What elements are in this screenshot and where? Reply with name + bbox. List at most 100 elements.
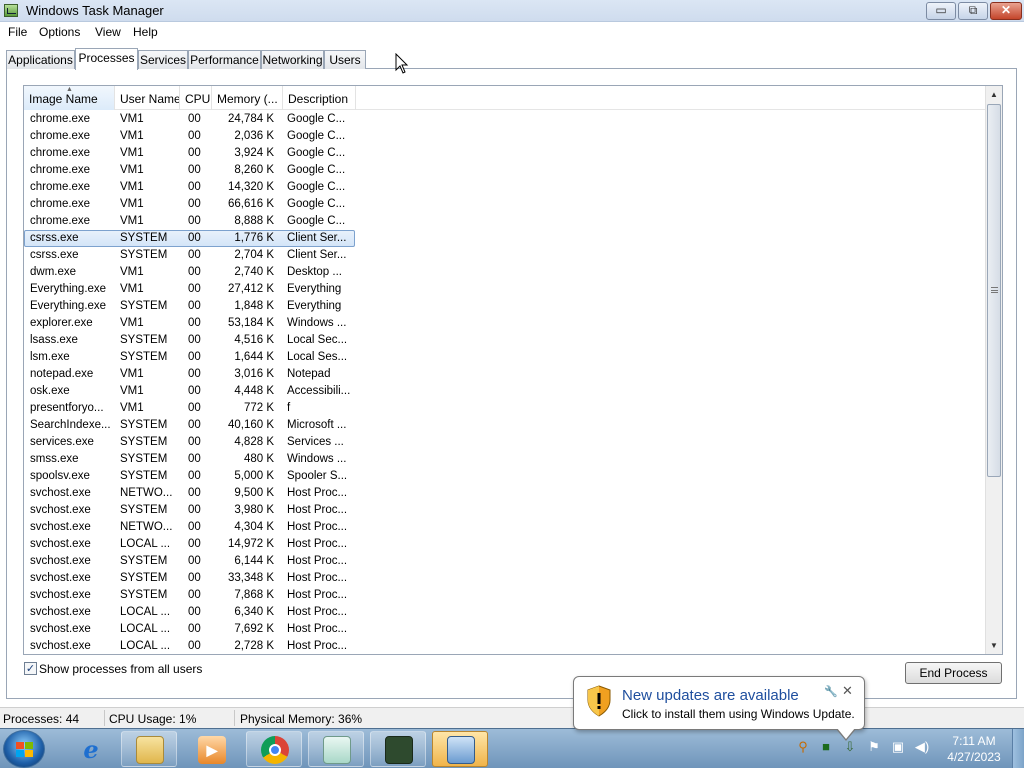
taskbar-notepad[interactable] xyxy=(308,731,364,767)
process-memory: 7,692 K xyxy=(234,623,274,635)
taskbar-windows-explorer[interactable] xyxy=(121,731,177,767)
process-row[interactable]: services.exe SYSTEM 00 4,828 K Services ... xyxy=(24,434,987,451)
tab-applications[interactable]: Applications xyxy=(6,50,75,69)
tab-networking[interactable]: Networking xyxy=(261,50,324,69)
taskbar-chrome[interactable] xyxy=(246,731,302,767)
process-row[interactable]: Everything.exe VM1 00 27,412 K Everything xyxy=(24,281,987,298)
process-row[interactable]: chrome.exe VM1 00 3,924 K Google C... xyxy=(24,145,987,162)
process-row[interactable]: spoolsv.exe SYSTEM 00 5,000 K Spooler S... xyxy=(24,468,987,485)
process-cpu: 00 xyxy=(188,300,201,312)
process-row[interactable]: SearchIndexe... SYSTEM 00 40,160 K Microsoft… xyxy=(24,417,987,434)
show-desktop-button[interactable] xyxy=(1012,729,1024,768)
process-memory: 6,144 K xyxy=(234,555,274,567)
process-row[interactable]: svchost.exe NETWO... 00 9,500 K Host Proc... xyxy=(24,485,987,502)
scroll-down-icon[interactable]: ▼ xyxy=(986,637,1002,654)
process-memory: 6,340 K xyxy=(234,606,274,618)
process-row[interactable]: svchost.exe LOCAL ... 00 7,692 K Host Proc..… xyxy=(24,621,987,638)
process-row[interactable]: lsass.exe SYSTEM 00 4,516 K Local Sec... xyxy=(24,332,987,349)
process-row[interactable]: osk.exe VM1 00 4,448 K Accessibili... xyxy=(24,383,987,400)
end-process-button[interactable]: End Process xyxy=(905,662,1002,684)
process-row[interactable]: explorer.exe VM1 00 53,184 K Windows ... xyxy=(24,315,987,332)
process-row[interactable]: chrome.exe VM1 00 2,036 K Google C... xyxy=(24,128,987,145)
process-row[interactable]: svchost.exe SYSTEM 00 6,144 K Host Proc... xyxy=(24,553,987,570)
status-cpu: CPU Usage: 1% xyxy=(109,712,197,726)
column-user-name[interactable]: User Name xyxy=(115,86,180,110)
minimize-button[interactable]: ▭ xyxy=(926,2,956,20)
process-row[interactable]: svchost.exe LOCAL ... 00 2,728 K Host Proc..… xyxy=(24,638,987,654)
process-row[interactable]: Everything.exe SYSTEM 00 1,848 K Everything xyxy=(24,298,987,315)
tab-performance[interactable]: Performance xyxy=(188,50,261,69)
menu-view[interactable]: View xyxy=(95,25,121,39)
process-row[interactable]: smss.exe SYSTEM 00 480 K Windows ... xyxy=(24,451,987,468)
process-row[interactable]: svchost.exe LOCAL ... 00 14,972 K Host Proc.… xyxy=(24,536,987,553)
title-bar[interactable]: Windows Task Manager ▭ ⧉ ✕ xyxy=(0,0,1024,22)
column-memory[interactable]: Memory (... xyxy=(212,86,283,110)
process-cpu: 00 xyxy=(188,334,201,346)
process-user: VM1 xyxy=(120,147,144,159)
process-row[interactable]: dwm.exe VM1 00 2,740 K Desktop ... xyxy=(24,264,987,281)
menu-file[interactable]: File xyxy=(8,25,27,39)
tab-processes[interactable]: Processes xyxy=(75,48,138,70)
process-row[interactable]: csrss.exe SYSTEM 00 2,704 K Client Ser... xyxy=(24,247,987,264)
process-row[interactable]: svchost.exe NETWO... 00 4,304 K Host Proc... xyxy=(24,519,987,536)
process-row[interactable]: lsm.exe SYSTEM 00 1,644 K Local Ses... xyxy=(24,349,987,366)
process-row[interactable]: chrome.exe VM1 00 8,888 K Google C... xyxy=(24,213,987,230)
column-description[interactable]: Description xyxy=(283,86,356,110)
process-row[interactable]: presentforyo... VM1 00 772 K f xyxy=(24,400,987,417)
process-memory: 3,924 K xyxy=(234,147,274,159)
process-row[interactable]: svchost.exe LOCAL ... 00 6,340 K Host Proc..… xyxy=(24,604,987,621)
process-row[interactable]: chrome.exe VM1 00 8,260 K Google C... xyxy=(24,162,987,179)
process-list[interactable]: ▲ Image Name User Name CPU Memory (... D… xyxy=(23,85,1003,655)
start-button[interactable] xyxy=(3,730,45,768)
taskbar-remote-desktop[interactable] xyxy=(370,731,426,767)
process-user: VM1 xyxy=(120,198,144,210)
close-button[interactable]: ✕ xyxy=(990,2,1022,20)
column-cpu[interactable]: CPU xyxy=(180,86,212,110)
taskbar-internet-explorer[interactable]: e xyxy=(62,731,118,767)
process-row[interactable]: svchost.exe SYSTEM 00 33,348 K Host Proc... xyxy=(24,570,987,587)
process-description: Host Proc... xyxy=(287,504,348,516)
column-image-name[interactable]: ▲ Image Name xyxy=(24,86,115,110)
green-app-icon[interactable]: ■ xyxy=(817,738,835,756)
taskbar-media-player[interactable]: ▶ xyxy=(183,731,239,767)
process-memory: 2,036 K xyxy=(234,130,274,142)
volume-icon[interactable]: ◀) xyxy=(913,738,931,756)
flag-icon[interactable]: ⚑ xyxy=(865,738,883,756)
process-memory: 4,828 K xyxy=(234,436,274,448)
show-all-checkbox[interactable]: ✓ xyxy=(24,662,37,675)
tab-services[interactable]: Services xyxy=(138,50,188,69)
menu-help[interactable]: Help xyxy=(133,25,158,39)
process-memory: 3,980 K xyxy=(234,504,274,516)
maximize-button[interactable]: ⧉ xyxy=(958,2,988,20)
scroll-thumb[interactable] xyxy=(987,104,1001,477)
process-cpu: 00 xyxy=(188,436,201,448)
update-notification[interactable]: New updates are available Click to insta… xyxy=(573,676,865,741)
search-icon[interactable]: ⚲ xyxy=(794,738,812,756)
clock[interactable]: 7:11 AM 4/27/2023 xyxy=(944,733,1004,765)
process-row[interactable]: chrome.exe VM1 00 14,320 K Google C... xyxy=(24,179,987,196)
list-header: ▲ Image Name User Name CPU Memory (... D… xyxy=(24,86,987,110)
tab-users[interactable]: Users xyxy=(324,50,366,69)
process-row[interactable]: chrome.exe VM1 00 24,784 K Google C... xyxy=(24,111,987,128)
chrome-icon xyxy=(261,736,289,764)
vertical-scrollbar[interactable]: ▲ ▼ xyxy=(985,86,1002,654)
process-cpu: 00 xyxy=(188,130,201,142)
process-row[interactable]: chrome.exe VM1 00 66,616 K Google C... xyxy=(24,196,987,213)
process-row[interactable]: svchost.exe SYSTEM 00 7,868 K Host Proc... xyxy=(24,587,987,604)
taskbar-task-manager[interactable] xyxy=(432,731,488,767)
process-description: Google C... xyxy=(287,164,346,176)
close-icon[interactable]: ✕ xyxy=(842,683,853,699)
process-description: Host Proc... xyxy=(287,538,348,550)
process-cpu: 00 xyxy=(188,470,201,482)
process-name: svchost.exe xyxy=(30,538,91,550)
options-icon[interactable]: 🔧 xyxy=(824,685,838,698)
network-icon[interactable]: ▣ xyxy=(889,738,907,756)
scroll-up-icon[interactable]: ▲ xyxy=(986,86,1002,103)
process-name: Everything.exe xyxy=(30,283,107,295)
menu-options[interactable]: Options xyxy=(39,25,80,39)
process-row[interactable]: csrss.exe SYSTEM 00 1,776 K Client Ser... xyxy=(24,230,987,247)
process-row[interactable]: svchost.exe SYSTEM 00 3,980 K Host Proc... xyxy=(24,502,987,519)
process-row[interactable]: notepad.exe VM1 00 3,016 K Notepad xyxy=(24,366,987,383)
process-name: notepad.exe xyxy=(30,368,94,380)
process-name: SearchIndexe... xyxy=(30,419,111,431)
